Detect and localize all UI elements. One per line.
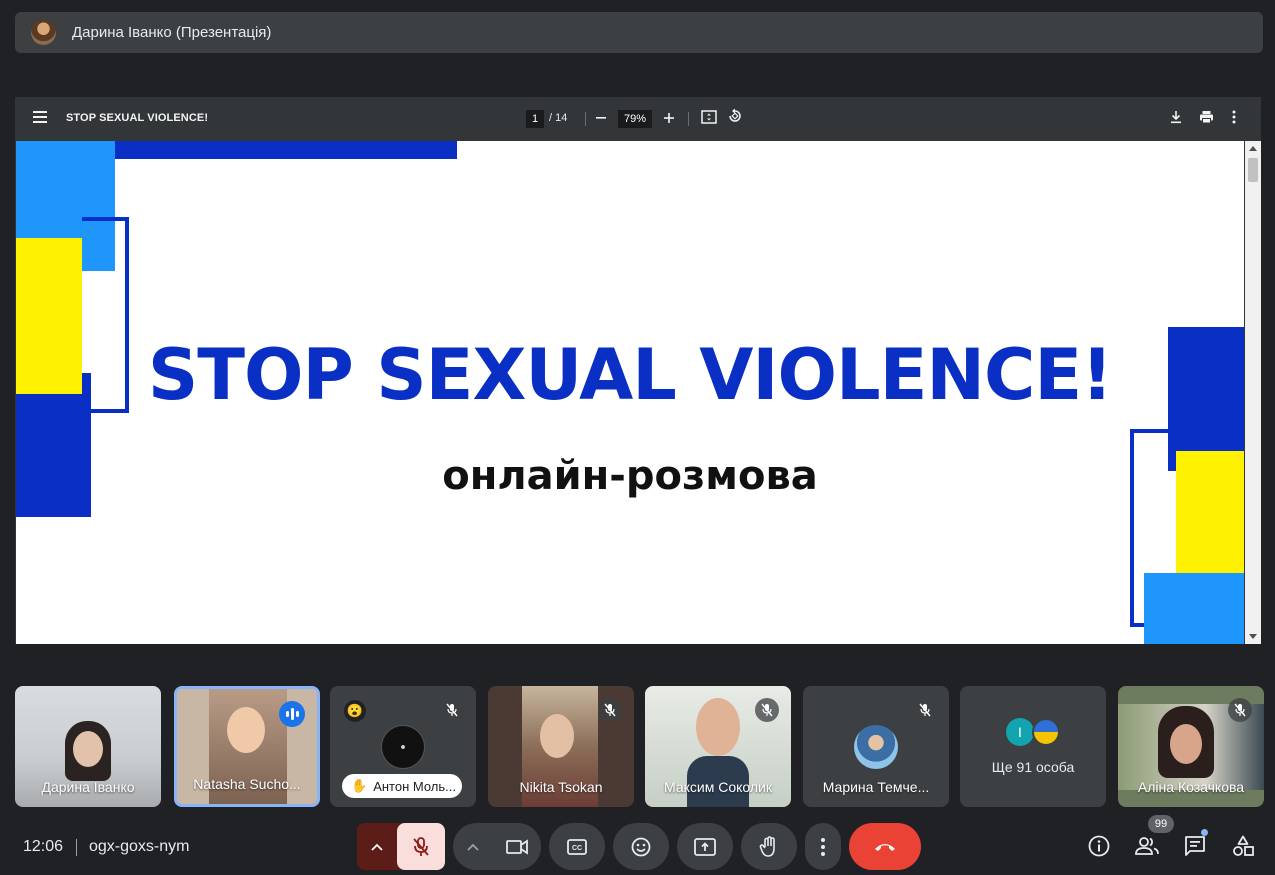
mic-control-group bbox=[357, 823, 445, 870]
scrollbar[interactable] bbox=[1245, 141, 1261, 644]
mic-off-icon bbox=[913, 698, 937, 722]
activities-icon bbox=[1233, 835, 1254, 856]
audio-options-button[interactable] bbox=[357, 823, 397, 870]
slide-decoration bbox=[1144, 573, 1244, 644]
document-title: STOP SEXUAL VIOLENCE! bbox=[66, 112, 209, 124]
mic-off-icon bbox=[598, 698, 622, 722]
avatar: I bbox=[1006, 718, 1034, 746]
mic-off-icon bbox=[413, 836, 429, 856]
svg-text:CC: CC bbox=[572, 845, 582, 852]
participant-name: Natasha Sucho... bbox=[193, 776, 301, 792]
meeting-details-button[interactable] bbox=[1086, 833, 1112, 859]
participant-tile[interactable]: Аліна Козачкова bbox=[1118, 686, 1264, 807]
more-participants-tile[interactable]: I Ще 91 особа bbox=[960, 686, 1106, 807]
participant-name: Аліна Козачкова bbox=[1137, 779, 1245, 795]
video-feed bbox=[1170, 724, 1202, 764]
fit-page-icon[interactable] bbox=[698, 108, 720, 130]
zoom-out-button[interactable] bbox=[590, 108, 612, 130]
participant-tile[interactable]: Дарина Іванко bbox=[15, 686, 161, 807]
scroll-down-icon[interactable] bbox=[1249, 634, 1257, 639]
reaction-emoji: 😮 bbox=[344, 700, 366, 722]
participant-tile[interactable]: Максим Соколик bbox=[645, 686, 791, 807]
captions-icon: CC bbox=[567, 838, 587, 855]
scroll-thumb[interactable] bbox=[1248, 158, 1258, 182]
info-icon bbox=[1088, 835, 1110, 857]
people-button[interactable] bbox=[1134, 833, 1160, 859]
present-screen-icon bbox=[694, 837, 716, 856]
activities-button[interactable] bbox=[1230, 833, 1256, 859]
reactions-button[interactable] bbox=[613, 823, 669, 870]
leave-call-button[interactable] bbox=[849, 823, 921, 870]
raised-hand-badge: ✋ Антон Моль... bbox=[342, 774, 462, 798]
slide-decoration bbox=[115, 141, 457, 159]
participant-tile[interactable]: Natasha Sucho... bbox=[174, 686, 320, 807]
print-icon[interactable] bbox=[1195, 108, 1217, 130]
video-feed bbox=[73, 731, 103, 767]
more-options-icon[interactable] bbox=[1223, 108, 1245, 130]
chat-button[interactable] bbox=[1182, 833, 1208, 859]
participant-name: Дарина Іванко bbox=[41, 779, 135, 795]
avatar bbox=[381, 725, 425, 769]
scroll-up-icon[interactable] bbox=[1249, 146, 1257, 151]
emoji-icon bbox=[631, 837, 651, 856]
slide-subtitle: онлайн-розмова bbox=[442, 453, 818, 499]
video-feed bbox=[540, 714, 574, 758]
participant-name: Максим Соколик bbox=[664, 779, 772, 795]
menu-icon[interactable] bbox=[33, 111, 47, 123]
more-options-button[interactable] bbox=[805, 823, 841, 870]
participant-tile[interactable]: Марина Темче... bbox=[803, 686, 949, 807]
clock: 12:06 bbox=[23, 838, 64, 855]
video-feed bbox=[696, 698, 740, 756]
chat-icon bbox=[1185, 836, 1205, 856]
speaking-indicator-icon bbox=[279, 701, 305, 727]
captions-button[interactable]: CC bbox=[549, 823, 605, 870]
participant-tile[interactable]: 😮 ✋ Антон Моль... bbox=[330, 686, 476, 807]
mic-off-icon bbox=[755, 698, 779, 722]
people-icon bbox=[1135, 837, 1159, 855]
page-number-input[interactable]: 1 bbox=[526, 110, 544, 128]
slide-title: STOP SEXUAL VIOLENCE! bbox=[147, 334, 1113, 416]
pdf-viewer: STOP SEXUAL VIOLENCE! 1 / 14 79% STOP SE… bbox=[15, 97, 1261, 644]
presenter-bar[interactable]: Дарина Іванко (Презентація) bbox=[15, 12, 1263, 53]
meeting-code: ogx-goxs-nym bbox=[89, 838, 190, 855]
presenter-name: Дарина Іванко (Презентація) bbox=[72, 24, 272, 41]
participant-name: Антон Моль... bbox=[373, 778, 456, 794]
camera-toggle-button[interactable] bbox=[493, 823, 541, 870]
people-count-badge: 99 bbox=[1148, 815, 1174, 833]
camera-control-group bbox=[453, 823, 541, 870]
zoom-level-input[interactable]: 79% bbox=[618, 110, 652, 128]
rotate-icon[interactable] bbox=[724, 108, 746, 130]
avatar bbox=[31, 20, 56, 45]
video-feed bbox=[227, 707, 265, 753]
toolbar-divider bbox=[585, 112, 586, 126]
participant-name: Марина Темче... bbox=[822, 779, 930, 795]
hand-icon bbox=[759, 835, 775, 857]
raised-hand-icon: ✋ bbox=[351, 778, 368, 793]
mic-off-icon bbox=[440, 698, 464, 722]
avatar bbox=[1032, 718, 1060, 746]
more-vert-icon bbox=[821, 837, 825, 856]
download-icon[interactable] bbox=[1165, 108, 1187, 130]
mic-toggle-button[interactable] bbox=[397, 823, 445, 870]
raise-hand-button[interactable] bbox=[741, 823, 797, 870]
zoom-in-button[interactable] bbox=[658, 108, 680, 130]
mic-off-icon bbox=[1228, 698, 1252, 722]
avatar bbox=[854, 725, 898, 769]
participant-tile[interactable]: Nikita Tsokan bbox=[488, 686, 634, 807]
end-call-icon bbox=[875, 843, 895, 851]
present-button[interactable] bbox=[677, 823, 733, 870]
more-participants-label: Ще 91 особа bbox=[991, 759, 1075, 775]
divider bbox=[76, 839, 77, 856]
camera-icon bbox=[506, 838, 528, 855]
pdf-page: STOP SEXUAL VIOLENCE! онлайн-розмова bbox=[16, 141, 1244, 644]
toolbar-divider bbox=[688, 112, 689, 126]
video-options-button[interactable] bbox=[453, 823, 493, 870]
pdf-toolbar: STOP SEXUAL VIOLENCE! 1 / 14 79% bbox=[15, 97, 1261, 141]
participant-name: Nikita Tsokan bbox=[519, 779, 603, 795]
page-total: / 14 bbox=[549, 112, 568, 124]
